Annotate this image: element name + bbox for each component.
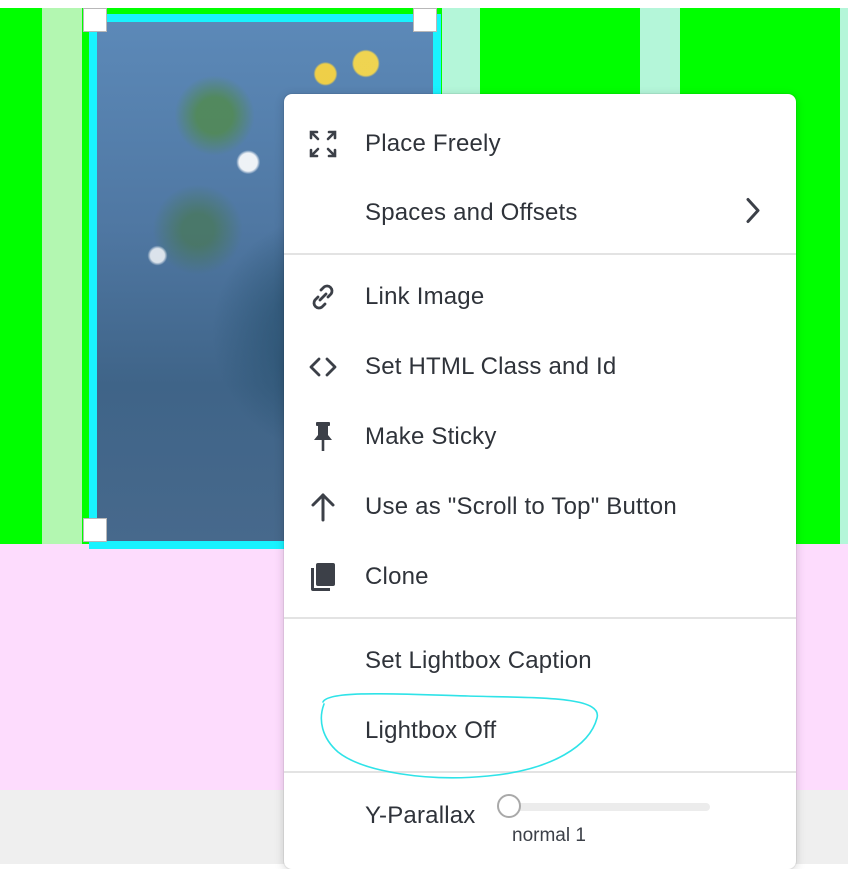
expand-arrows-icon: [306, 127, 340, 161]
light-green-column: [42, 8, 82, 544]
chevron-right-icon: [746, 198, 760, 229]
menu-item-clone[interactable]: Clone: [284, 547, 796, 607]
menu-item-set-html-class-and-id[interactable]: Set HTML Class and Id: [284, 337, 796, 397]
link-icon: [306, 280, 340, 314]
parallax-slider-track[interactable]: [510, 803, 710, 811]
menu-item-link-image[interactable]: Link Image: [284, 267, 796, 327]
resize-handle-bottom-left[interactable]: [83, 518, 107, 542]
menu-item-make-sticky[interactable]: Make Sticky: [284, 407, 796, 467]
menu-item-label: Make Sticky: [365, 423, 497, 450]
menu-item-label: Clone: [365, 563, 429, 590]
menu-item-scroll-to-top[interactable]: Use as "Scroll to Top" Button: [284, 477, 796, 537]
menu-item-label: Set HTML Class and Id: [365, 353, 617, 380]
pin-icon: [306, 420, 340, 454]
annotation-circle: [320, 692, 598, 779]
menu-item-set-lightbox-caption[interactable]: Set Lightbox Caption: [284, 631, 796, 691]
code-brackets-icon: [306, 350, 340, 384]
menu-item-label: Link Image: [365, 283, 485, 310]
arrow-up-icon: [306, 490, 340, 524]
parallax-slider-knob[interactable]: [497, 794, 521, 818]
parallax-label: Y-Parallax: [365, 802, 476, 829]
menu-separator: [284, 253, 796, 255]
resize-handle-top-right[interactable]: [413, 8, 437, 32]
clone-icon: [306, 560, 340, 594]
menu-item-place-freely[interactable]: Place Freely: [284, 114, 796, 174]
menu-item-spaces-and-offsets[interactable]: Spaces and Offsets: [284, 183, 796, 243]
green-column: [0, 8, 42, 544]
menu-item-label: Place Freely: [365, 130, 501, 157]
menu-item-label: Set Lightbox Caption: [365, 647, 592, 674]
resize-handle-top-left[interactable]: [83, 8, 107, 32]
menu-item-label: Use as "Scroll to Top" Button: [365, 493, 677, 520]
menu-separator: [284, 617, 796, 619]
menu-item-label: Spaces and Offsets: [365, 199, 578, 226]
parallax-value: normal 1: [512, 825, 586, 846]
mint-gap: [840, 8, 848, 544]
